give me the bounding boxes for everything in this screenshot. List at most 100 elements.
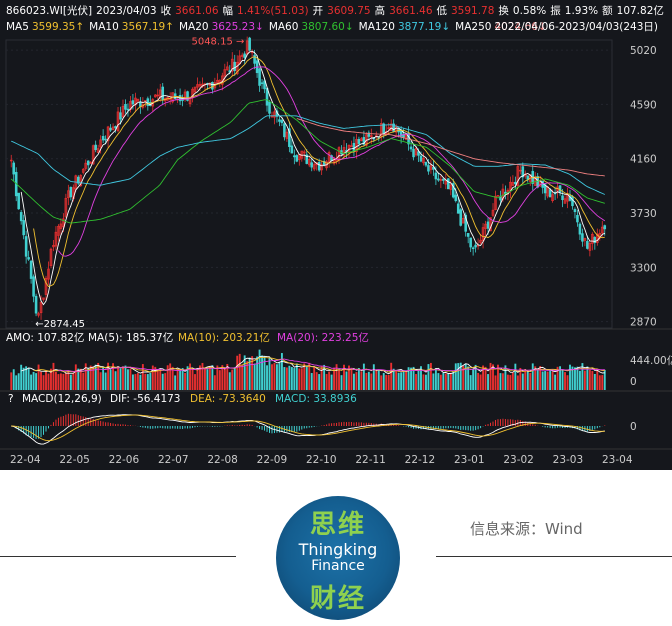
volume-bar — [310, 373, 313, 390]
candle-body — [101, 136, 105, 141]
volume-bar — [10, 372, 13, 390]
candle-body — [402, 134, 405, 138]
candle-body — [310, 162, 314, 168]
ma-legend-value: 3807.60↓ — [301, 21, 353, 33]
volume-bar — [146, 374, 149, 390]
volume-bar — [444, 373, 447, 390]
dea-line — [11, 414, 605, 442]
price-axis-tick: 2870 — [630, 317, 657, 329]
header-low: 3591.78 — [451, 5, 494, 17]
volume-bar — [69, 374, 72, 390]
volume-bar — [469, 375, 472, 390]
candle-body — [558, 185, 562, 193]
volume-bar — [141, 364, 144, 390]
xaxis-tick: 22-06 — [109, 454, 140, 466]
candle-body — [268, 101, 271, 114]
volume-bar — [487, 374, 489, 390]
volume-bar — [574, 367, 576, 390]
volume-bar — [434, 368, 437, 390]
candle-body — [456, 203, 460, 214]
candle-body — [146, 98, 150, 106]
volume-bar — [42, 375, 45, 390]
volume-bar — [367, 371, 370, 390]
amo-axis-top: 444.00亿 — [630, 354, 672, 367]
volume-bar — [12, 369, 15, 390]
xaxis-tick: 22-04 — [10, 454, 41, 466]
volume-bar — [169, 363, 172, 390]
xaxis-tick: 22-07 — [158, 454, 189, 466]
candle-body — [424, 161, 428, 166]
volume-bar — [576, 366, 579, 390]
volume-bar — [566, 375, 569, 390]
candle-body — [280, 120, 284, 124]
candle-body — [454, 194, 458, 202]
volume-bar — [303, 363, 306, 390]
logo-top-text: 思维 — [309, 510, 366, 540]
volume-bar — [591, 370, 594, 390]
volume-bar — [208, 366, 211, 390]
volume-bar — [362, 363, 365, 390]
volume-bar — [544, 371, 547, 390]
volume-bar — [405, 371, 408, 390]
volume-bar — [156, 369, 159, 390]
volume-bar — [72, 373, 75, 390]
amo-ma5: MA(5): 185.37亿 — [88, 331, 173, 344]
volume-bar — [578, 370, 581, 390]
candle-body — [22, 220, 25, 236]
xaxis-tick: 22-09 — [257, 454, 288, 466]
volume-bar — [295, 363, 298, 390]
volume-bar — [315, 372, 318, 390]
candle-body — [571, 196, 574, 207]
header-turnover-label: 换 — [498, 4, 509, 17]
volume-bar — [266, 365, 268, 390]
volume-bar — [271, 364, 273, 390]
volume-bar — [278, 362, 281, 390]
header-open: 3609.75 — [327, 5, 370, 17]
volume-bar — [551, 371, 554, 390]
volume-bar — [457, 363, 460, 390]
volume-bar — [531, 363, 534, 390]
candle-body — [258, 68, 261, 86]
volume-bar — [357, 368, 360, 390]
volume-bar — [442, 372, 445, 390]
volume-bar — [516, 375, 519, 390]
volume-bar — [166, 365, 169, 390]
volume-bar — [305, 365, 308, 390]
candle-body — [357, 139, 361, 144]
kline-chart-svg[interactable]: 866023.WI[光伏] 2023/04/03 收 3661.06 幅 1.41%(51… — [0, 0, 672, 470]
volume-bar — [176, 369, 179, 390]
volume-bar — [313, 367, 316, 390]
volume-bar — [238, 353, 241, 390]
volume-bar — [427, 364, 430, 390]
volume-bar — [136, 373, 139, 390]
volume-bar — [181, 368, 184, 390]
volume-bar — [119, 368, 122, 390]
volume-bar — [241, 364, 244, 390]
macd-dif: DIF: -56.4173 — [110, 393, 181, 405]
volume-bar — [117, 366, 119, 390]
volume-bar — [402, 370, 405, 390]
amo-ma20-line — [58, 358, 605, 372]
xaxis-tick: 22-12 — [405, 454, 436, 466]
xaxis-tick: 23-01 — [454, 454, 485, 466]
candle-body — [471, 247, 475, 250]
volume-bar — [74, 364, 77, 390]
kline-chart-panel[interactable]: 866023.WI[光伏] 2023/04/03 收 3661.06 幅 1.41%(51… — [0, 0, 672, 470]
volume-bar — [437, 373, 440, 390]
volume-bar — [499, 373, 502, 390]
candle-body — [119, 112, 122, 120]
volume-bar — [387, 375, 390, 390]
volume-bar — [129, 368, 132, 390]
volume-bar — [318, 374, 321, 390]
candle-body — [526, 175, 530, 180]
volume-bar — [40, 371, 42, 390]
volume-bar — [365, 372, 368, 390]
price-axis-tick: 3730 — [630, 208, 657, 220]
volume-bar — [380, 375, 383, 390]
volume-bar — [439, 374, 442, 390]
header-close-label: 收 — [161, 4, 172, 17]
volume-bar — [298, 368, 301, 390]
candle-body — [434, 172, 438, 180]
footer: 思维 Thingking Finance 财经 信息来源：Wind — [0, 470, 672, 626]
volume-bar — [417, 370, 420, 390]
